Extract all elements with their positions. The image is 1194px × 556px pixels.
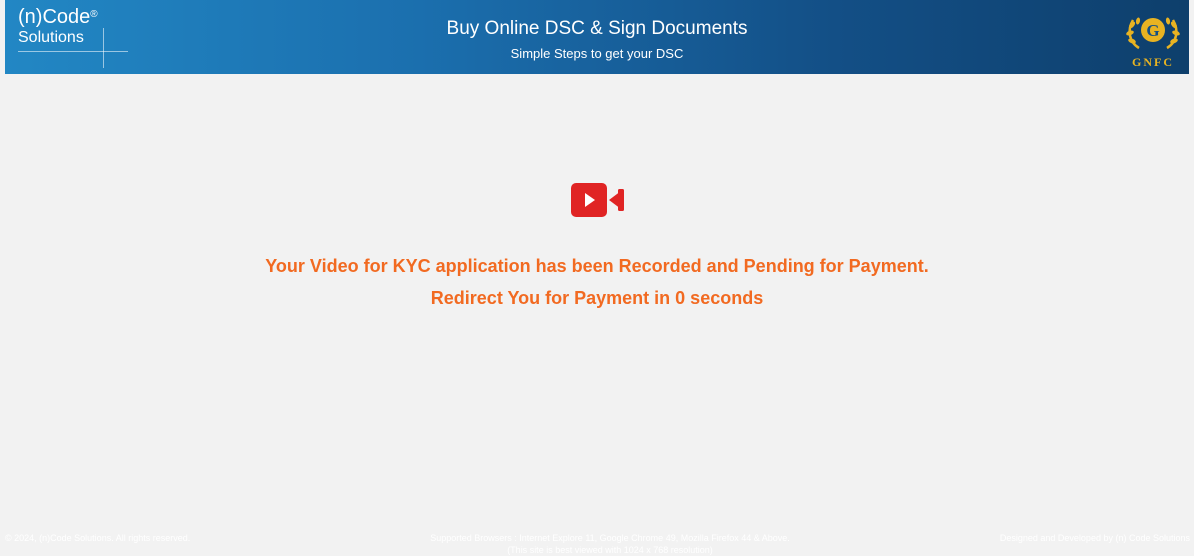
gnfc-emblem-icon: G bbox=[1126, 17, 1180, 50]
footer-supported-browsers: Supported Browsers : Internet Explore 11… bbox=[430, 533, 790, 555]
footer-copyright: © 2024, (n)Code Solutions. All rights re… bbox=[5, 533, 191, 543]
page-subtitle: Simple Steps to get your DSC bbox=[510, 46, 684, 61]
site-footer: © 2024, (n)Code Solutions. All rights re… bbox=[0, 528, 1194, 555]
page-title: Buy Online DSC & Sign Documents bbox=[446, 18, 748, 39]
gnfc-emblem-letter: G bbox=[1146, 21, 1159, 40]
gnfc-logo-text: GNFC bbox=[1132, 55, 1174, 69]
kyc-status-message: Your Video for KYC application has been … bbox=[265, 256, 929, 276]
site-header: (n)Code® Solutions Buy Online DSC & Sign… bbox=[5, 0, 1189, 74]
redirect-countdown-message: Redirect You for Payment in 0 seconds bbox=[430, 288, 764, 308]
video-camera-icon bbox=[571, 183, 635, 217]
footer-developer-credit: Designed and Developed by (n) Code Solut… bbox=[999, 533, 1190, 543]
gnfc-logo[interactable]: G GNFC bbox=[1121, 8, 1185, 70]
